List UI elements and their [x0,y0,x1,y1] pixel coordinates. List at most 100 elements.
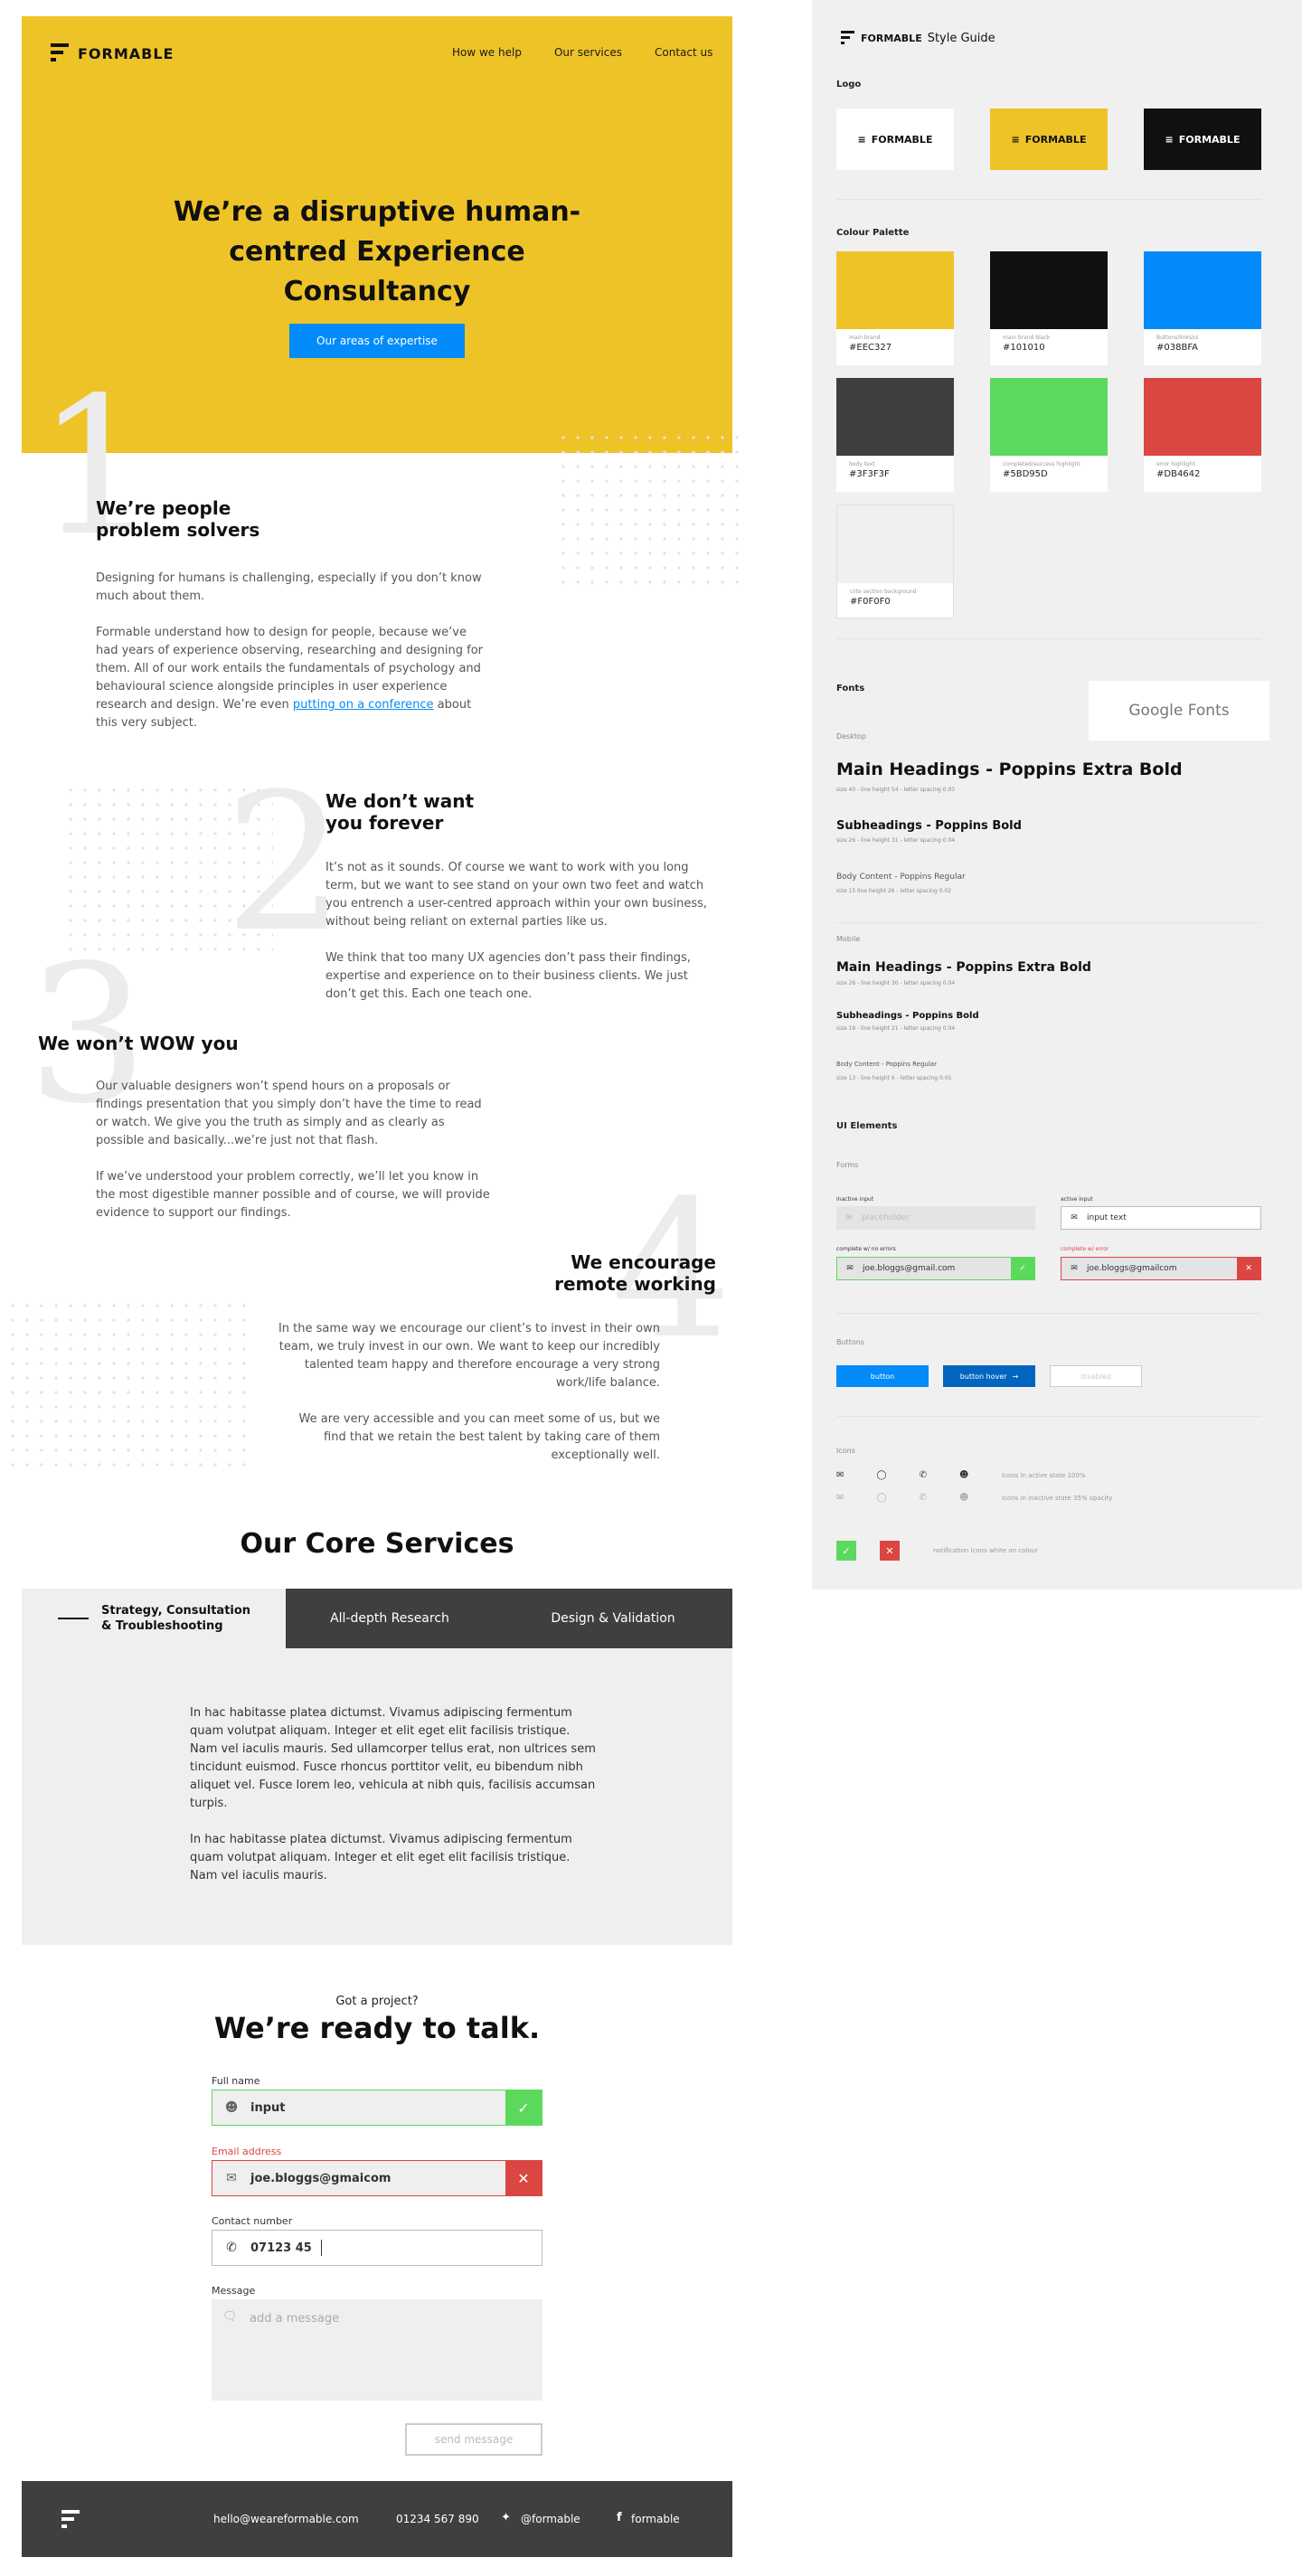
swatch-hex: #EEC327 [849,343,892,353]
section-2-title-line: you forever [326,812,444,834]
formable-logo-icon: ≡ [1011,133,1020,146]
section-1-title-line: We’re people [96,497,231,519]
icons-inactive-note: Icons in inactive state 35% opacity [1002,1495,1113,1502]
footer-twitter[interactable]: @formable [521,2513,580,2525]
tab-strategy[interactable]: Strategy, Consultation & Troubleshooting [22,1589,286,1648]
user-icon: ☻ [958,1493,969,1503]
mobile-h1-sample: Main Headings - Poppins Extra Bold [836,960,1091,975]
dot-pattern [556,430,748,584]
phone-icon: ✆ [226,2241,237,2255]
success-notification-icon: ✓ [836,1541,856,1561]
forms-label: Forms [836,1161,859,1169]
logo-text: FORMABLE [1024,133,1087,146]
sample-button[interactable]: button [836,1365,929,1387]
footer-email[interactable]: hello@weareformable.com [213,2513,359,2525]
swatch-label: ciite section background [850,589,917,595]
section-1-para: Formable understand how to design for pe… [96,624,490,732]
error-x-icon: ✕ [1237,1257,1260,1280]
phone-label: Contact number [212,2215,293,2227]
footer-logo-icon[interactable] [61,2510,81,2530]
logo-wordmark: FORMABLE [78,44,175,62]
error-x-icon: ✕ [505,2160,542,2196]
mail-icon: ✉ [1071,1264,1078,1273]
logo-text: FORMABLE [1178,133,1241,146]
mail-icon: ✉ [836,1493,844,1503]
mobile-h1-spec: size 26 - line height 30 - letter spacin… [836,980,956,986]
phone-icon: ✆ [919,1470,927,1480]
mobile-label: Mobile [836,935,861,943]
desktop-label: Desktop [836,732,866,741]
inactive-input-sample[interactable]: ✉ placeholder [836,1206,1035,1230]
services-tab-panel: In hac habitasse platea dictumst. Vivamu… [22,1648,732,1945]
section-3-title: We won’t WOW you [38,1033,239,1054]
formable-logo-icon: ≡ [1165,133,1174,146]
email-field[interactable]: ✉ joe.bloggs@gmaicom ✕ [212,2160,542,2196]
swatch-hex: #F0F0F0 [850,597,891,607]
nav-our-services[interactable]: Our services [554,46,622,59]
active-input-sample[interactable]: ✉ input text [1061,1206,1261,1230]
mail-icon: ✉ [836,1470,844,1480]
message-textarea[interactable]: 🗨 add a message [212,2299,542,2401]
style-guide-panel: FORMABLE Style Guide Logo ≡ FORMABLE ≡ FOR… [812,0,1302,1590]
mail-icon: ✉ [846,1264,854,1273]
dot-pattern [5,1298,246,1474]
services-title: Our Core Services [240,1528,514,1560]
inactive-placeholder: placeholder [862,1213,910,1222]
fonts-heading: Fonts [836,684,865,694]
conference-link[interactable]: putting on a conference [293,698,434,712]
complete-input-value: joe.bloggs@gmail.com [863,1264,956,1273]
desktop-h1-sample: Main Headings - Poppins Extra Bold [836,760,1183,779]
mail-icon: ✉ [226,2171,237,2185]
swatch-label: body text [849,461,875,467]
section-2-para: We think that too many UX agencies don’t… [326,951,691,1001]
mobile-body-sample: Body Content - Poppins Regular [836,1061,937,1068]
services-para: In hac habitasse platea dictumst. Vivamu… [190,1706,596,1810]
divider [836,922,1261,923]
name-field[interactable]: ☻ input ✓ [212,2090,542,2126]
desktop-body-sample: Body Content - Poppins Regular [836,873,966,882]
send-message-button[interactable]: send message [405,2423,542,2456]
services-tabs: Strategy, Consultation & Troubleshooting… [22,1589,732,1648]
nav-contact-us[interactable]: Contact us [655,46,712,59]
facebook-icon[interactable]: f [617,2511,622,2524]
email-label: Email address [212,2146,282,2157]
error-input-label: complete w/ error [1061,1246,1109,1252]
tab-research[interactable]: All-depth Research [286,1589,494,1648]
speech-bubble-icon: 🗨 [222,2310,238,2324]
nav-how-we-help[interactable]: How we help [452,46,522,59]
palette-heading: Colour Palette [836,228,910,238]
twitter-icon[interactable]: ✦ [501,2511,511,2524]
sg-title: Style Guide [927,31,995,45]
desktop-body-spec: size 15 line height 26 - letter spacing … [836,888,952,894]
formable-logo-icon [841,31,855,45]
logo-text: FORMABLE [871,133,933,146]
sample-button-disabled[interactable]: disabled [1050,1365,1142,1387]
desktop-h2-sample: Subheadings - Poppins Bold [836,819,1022,833]
divider [836,1416,1261,1417]
header-logo[interactable]: FORMABLE [51,43,174,63]
user-icon: ☻ [958,1470,969,1480]
footer-facebook[interactable]: formable [631,2513,680,2525]
tab-design-validation[interactable]: Design & Validation [494,1589,732,1648]
section-1-body: Designing for humans is challenging, esp… [96,570,490,732]
sg-brand: FORMABLE [861,32,922,44]
ui-elements-heading: UI Elements [836,1121,898,1131]
section-1-para: Designing for humans is challenging, esp… [96,571,482,603]
swatch-hex: #038BFA [1156,343,1199,353]
expertise-button[interactable]: Our areas of expertise [289,324,465,358]
phone-field[interactable]: ✆ 07123 45 [212,2230,542,2266]
icons-label: Icons [836,1447,855,1455]
swatch-label: main brand [849,335,881,341]
sample-button-hover[interactable]: button hover → [943,1365,1035,1387]
swatch-yellow: main brand #EEC327 [836,251,954,365]
section-4-para: We are very accessible and you can meet … [298,1412,660,1462]
footer: hello@weareformable.com 01234 567 890 ✦ … [22,2481,732,2557]
footer-phone[interactable]: 01234 567 890 [396,2513,479,2525]
contact-subtitle: Got a project? [335,1995,419,2008]
logo-heading: Logo [836,80,862,90]
error-input-sample[interactable]: ✉ joe.bloggs@gmailcom ✕ [1061,1257,1261,1280]
complete-input-sample[interactable]: ✉ joe.bloggs@gmail.com ✓ [836,1257,1035,1280]
formable-logo-icon: ≡ [857,133,866,146]
section-4-body: In the same way we encourage our client’… [277,1320,660,1465]
divider [836,199,1261,200]
